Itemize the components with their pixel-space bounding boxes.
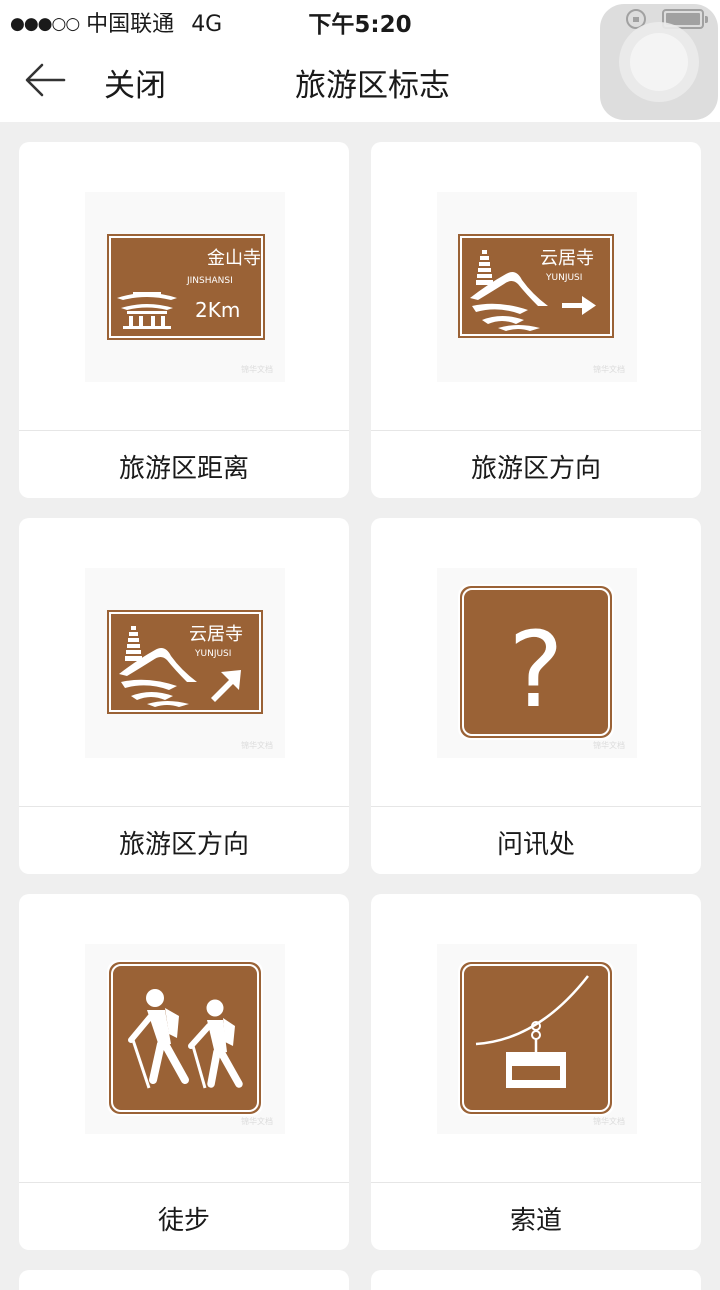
assistive-touch-button[interactable] <box>600 4 718 120</box>
sign-name-en: JINSHANSI <box>186 276 233 286</box>
card-partial[interactable] <box>19 1270 349 1290</box>
cable-car-sign <box>458 960 614 1116</box>
distance-sign: 金山寺 JINSHANSI 2Km <box>107 234 265 340</box>
card-partial[interactable] <box>371 1270 701 1290</box>
sign-name-en: YUNJUSI <box>194 649 231 659</box>
card-label: 旅游区方向 <box>118 830 249 860</box>
sign-distance: 2Km <box>195 298 240 322</box>
card-information[interactable]: ? 锦华文档 问讯处 <box>371 518 701 874</box>
card-label: 徒步 <box>157 1206 210 1236</box>
card-image: 云居寺 YUNJUSI 锦华文档 <box>19 518 349 806</box>
card-label: 索道 <box>509 1206 562 1236</box>
card-label: 旅游区方向 <box>470 454 601 484</box>
card-image: 锦华文档 <box>19 894 349 1182</box>
card-image: ? 锦华文档 <box>371 518 701 806</box>
sign-name-en: YUNJUSI <box>545 273 582 283</box>
card-cable-car[interactable]: 锦华文档 索道 <box>371 894 701 1250</box>
sign-name-cn: 云居寺 <box>189 624 243 645</box>
question-mark-icon: ? <box>508 609 563 731</box>
card-tourist-area-direction-right[interactable]: 云居寺 YUNJUSI 锦华文档 旅游区方向 <box>371 142 701 498</box>
card-tourist-area-direction-up-right[interactable]: 云居寺 YUNJUSI 锦华文档 旅游区方向 <box>19 518 349 874</box>
hiking-sign <box>107 960 263 1116</box>
direction-sign-up-right: 云居寺 YUNJUSI <box>107 610 263 714</box>
card-image: 锦华文档 <box>371 894 701 1182</box>
direction-sign-right: 云居寺 YUNJUSI <box>458 234 614 338</box>
card-label: 旅游区距离 <box>118 454 249 484</box>
card-label: 问讯处 <box>496 830 575 860</box>
card-image: 金山寺 JINSHANSI 2Km 锦华文档 <box>19 142 349 430</box>
card-tourist-area-distance[interactable]: 金山寺 JINSHANSI 2Km 锦华文档 旅游区距离 <box>19 142 349 498</box>
card-hiking[interactable]: 锦华文档 徒步 <box>19 894 349 1250</box>
information-sign: ? <box>458 584 614 740</box>
sign-name-cn: 金山寺 <box>207 248 261 269</box>
card-image: 云居寺 YUNJUSI 锦华文档 <box>371 142 701 430</box>
sign-name-cn: 云居寺 <box>540 248 594 269</box>
